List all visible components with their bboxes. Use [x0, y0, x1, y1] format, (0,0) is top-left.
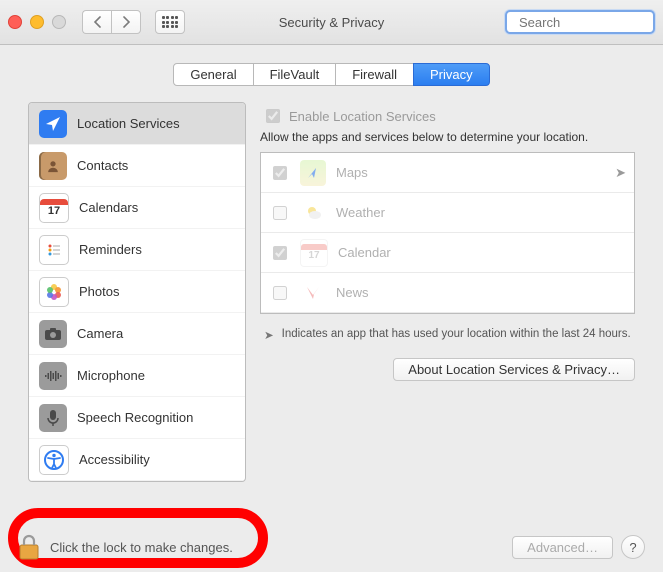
nav-buttons [82, 10, 141, 34]
sidebar-item-label: Microphone [77, 368, 145, 383]
calendar-icon: 17 [39, 193, 69, 223]
title-bar: Security & Privacy [0, 0, 663, 45]
app-name: Maps [336, 165, 368, 180]
forward-button[interactable] [111, 10, 141, 34]
sidebar-item-label: Speech Recognition [77, 410, 193, 425]
reminders-icon [39, 235, 69, 265]
location-indicator-icon: ➤ [615, 165, 626, 181]
privacy-category-list[interactable]: Location Services Contacts 17 Calendars [28, 102, 246, 482]
app-name: Calendar [338, 245, 391, 260]
grid-icon [162, 16, 179, 28]
app-row-news[interactable]: News [261, 273, 634, 313]
sidebar-item-label: Camera [77, 326, 123, 341]
tab-general[interactable]: General [173, 63, 253, 86]
search-input[interactable] [517, 14, 663, 31]
about-location-services-button[interactable]: About Location Services & Privacy… [393, 358, 635, 381]
sidebar-item-photos[interactable]: Photos [29, 271, 245, 313]
enable-location-label: Enable Location Services [289, 109, 436, 124]
chevron-right-icon [122, 16, 131, 28]
sidebar-item-contacts[interactable]: Contacts [29, 145, 245, 187]
sidebar-item-speech-recognition[interactable]: Speech Recognition [29, 397, 245, 439]
sidebar-item-calendars[interactable]: 17 Calendars [29, 187, 245, 229]
lock-icon [18, 534, 40, 560]
sidebar-item-label: Reminders [79, 242, 142, 257]
maps-icon [300, 160, 326, 186]
tab-filevault[interactable]: FileVault [253, 63, 337, 86]
weather-icon [300, 200, 326, 226]
news-icon [300, 280, 326, 306]
indicator-note: ➤ Indicates an app that has used your lo… [264, 328, 631, 342]
minimize-window-button[interactable] [30, 15, 44, 29]
sidebar-item-label: Accessibility [79, 452, 150, 467]
advanced-button[interactable]: Advanced… [512, 536, 613, 559]
sidebar-item-label: Location Services [77, 116, 180, 131]
footer: Click the lock to make changes. Advanced… [0, 522, 663, 572]
sidebar-item-microphone[interactable]: Microphone [29, 355, 245, 397]
app-row-maps[interactable]: Maps ➤ [261, 153, 634, 193]
search-field[interactable] [505, 10, 655, 34]
app-checkbox[interactable] [273, 286, 287, 300]
chevron-left-icon [93, 16, 102, 28]
privacy-content: Location Services Contacts 17 Calendars [28, 102, 635, 482]
location-indicator-icon: ➤ [264, 328, 274, 342]
sidebar-item-camera[interactable]: Camera [29, 313, 245, 355]
speech-icon [39, 404, 67, 432]
sidebar-item-label: Photos [79, 284, 119, 299]
lock-button[interactable]: Click the lock to make changes. [18, 534, 233, 560]
show-all-button[interactable] [155, 10, 185, 34]
app-name: News [336, 285, 369, 300]
tab-privacy[interactable]: Privacy [413, 63, 490, 86]
sidebar-item-label: Contacts [77, 158, 128, 173]
app-row-weather[interactable]: Weather [261, 193, 634, 233]
help-button[interactable]: ? [621, 535, 645, 559]
tab-bar: General FileVault Firewall Privacy [0, 63, 663, 86]
contacts-icon [39, 152, 67, 180]
traffic-lights [8, 15, 66, 29]
app-checkbox[interactable] [273, 246, 287, 260]
lock-text: Click the lock to make changes. [50, 540, 233, 555]
app-checkbox[interactable] [273, 166, 287, 180]
back-button[interactable] [82, 10, 111, 34]
calendar-icon: 17 [300, 239, 328, 267]
microphone-icon [39, 362, 67, 390]
preferences-window: Security & Privacy General FileVault Fir… [0, 0, 663, 572]
enable-location-checkbox[interactable] [266, 109, 280, 123]
location-description: Allow the apps and services below to det… [260, 130, 635, 144]
sidebar-item-location-services[interactable]: Location Services [29, 103, 245, 145]
sidebar-item-reminders[interactable]: Reminders [29, 229, 245, 271]
app-checkbox[interactable] [273, 206, 287, 220]
camera-icon [39, 320, 67, 348]
app-row-calendar[interactable]: 17 Calendar [261, 233, 634, 273]
app-name: Weather [336, 205, 385, 220]
location-app-list[interactable]: Maps ➤ Weather 17 Calendar [260, 152, 635, 314]
help-icon: ? [629, 540, 636, 555]
tab-firewall[interactable]: Firewall [335, 63, 414, 86]
sidebar-item-accessibility[interactable]: Accessibility [29, 439, 245, 481]
sidebar-item-label: Calendars [79, 200, 138, 215]
zoom-window-button[interactable] [52, 15, 66, 29]
enable-location-services[interactable]: Enable Location Services [262, 106, 635, 126]
accessibility-icon [39, 445, 69, 475]
indicator-note-text: Indicates an app that has used your loca… [282, 328, 631, 340]
location-arrow-icon [39, 110, 67, 138]
photos-icon [39, 277, 69, 307]
location-services-panel: Enable Location Services Allow the apps … [260, 102, 635, 482]
close-window-button[interactable] [8, 15, 22, 29]
